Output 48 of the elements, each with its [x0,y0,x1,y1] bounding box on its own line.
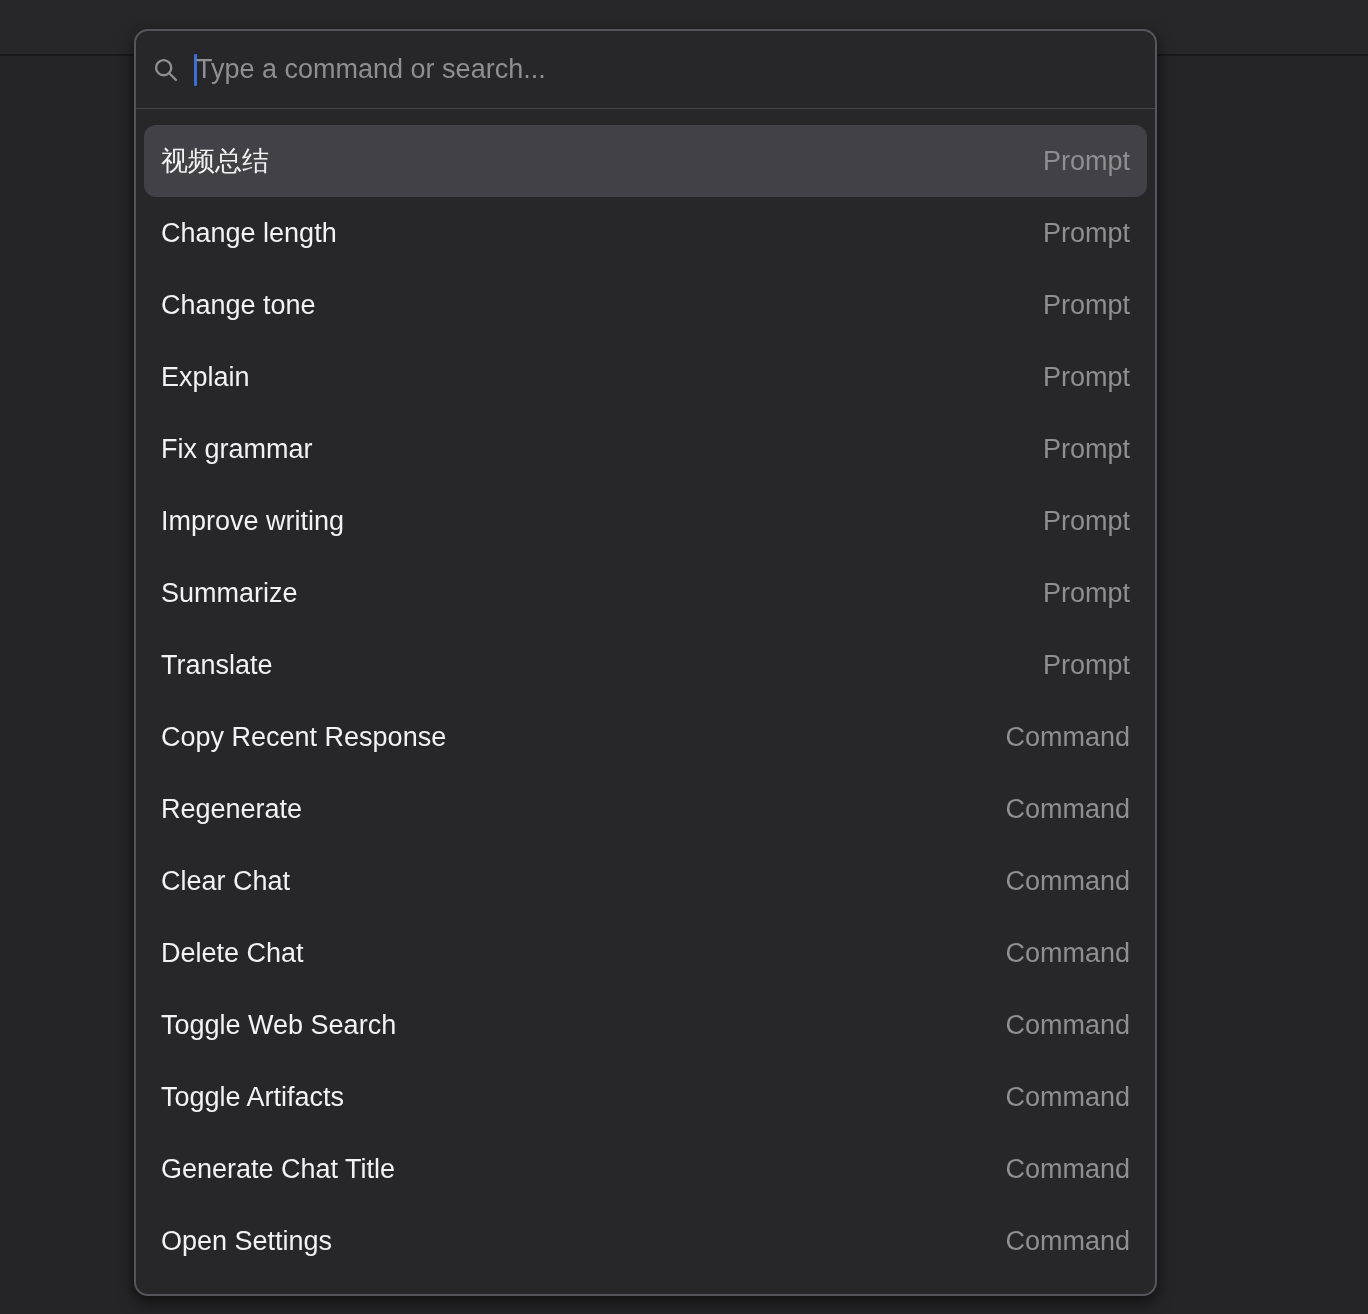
command-item[interactable]: Open Settings Command [144,1205,1147,1277]
command-item[interactable]: Delete Chat Command [144,917,1147,989]
command-label: Clear Chat [161,864,291,898]
command-item[interactable]: 视频总结 Prompt [144,125,1147,197]
command-item[interactable]: Change length Prompt [144,197,1147,269]
item-type: Command [1005,864,1130,898]
command-item[interactable]: Toggle Web Search Command [144,989,1147,1061]
item-type: Prompt [1042,216,1130,250]
command-label: Toggle Artifacts [161,1080,345,1114]
item-type: Command [1005,1080,1130,1114]
command-label: Delete Chat [161,936,304,970]
command-label: Translate [161,648,273,682]
item-type: Prompt [1042,144,1130,178]
item-type: Prompt [1042,504,1130,538]
command-label: Explain [161,360,250,394]
item-type: Prompt [1042,432,1130,466]
command-item[interactable]: Generate Chat Title Command [144,1133,1147,1205]
item-type: Command [1005,792,1130,826]
command-label: Change tone [161,288,316,322]
command-item[interactable]: Fix grammar Prompt [144,413,1147,485]
command-item[interactable]: Toggle Artifacts Command [144,1061,1147,1133]
item-type: Prompt [1042,360,1130,394]
command-label: 视频总结 [161,144,269,178]
command-label: Generate Chat Title [161,1152,396,1186]
command-label: Copy Recent Response [161,720,447,754]
command-label: Regenerate [161,792,303,826]
command-label: Open Settings [161,1224,333,1258]
item-type: Command [1005,936,1130,970]
item-type: Command [1005,1152,1130,1186]
item-type: Prompt [1042,648,1130,682]
command-item[interactable]: Translate Prompt [144,629,1147,701]
command-label: Fix grammar [161,432,313,466]
item-type: Command [1005,720,1130,754]
command-label: Summarize [161,576,298,610]
command-item[interactable]: Clear Chat Command [144,845,1147,917]
command-label: Improve writing [161,504,345,538]
command-item[interactable]: Regenerate Command [144,773,1147,845]
command-label: Toggle Web Search [161,1008,397,1042]
item-type: Prompt [1042,576,1130,610]
item-type: Command [1005,1008,1130,1042]
command-item[interactable]: Explain Prompt [144,341,1147,413]
command-item[interactable]: Summarize Prompt [144,557,1147,629]
command-label: Change length [161,216,337,250]
command-item[interactable]: Improve writing Prompt [144,485,1147,557]
item-type: Command [1005,1224,1130,1258]
item-type: Prompt [1042,288,1130,322]
command-item[interactable]: Copy Recent Response Command [144,701,1147,773]
command-item[interactable]: Change tone Prompt [144,269,1147,341]
